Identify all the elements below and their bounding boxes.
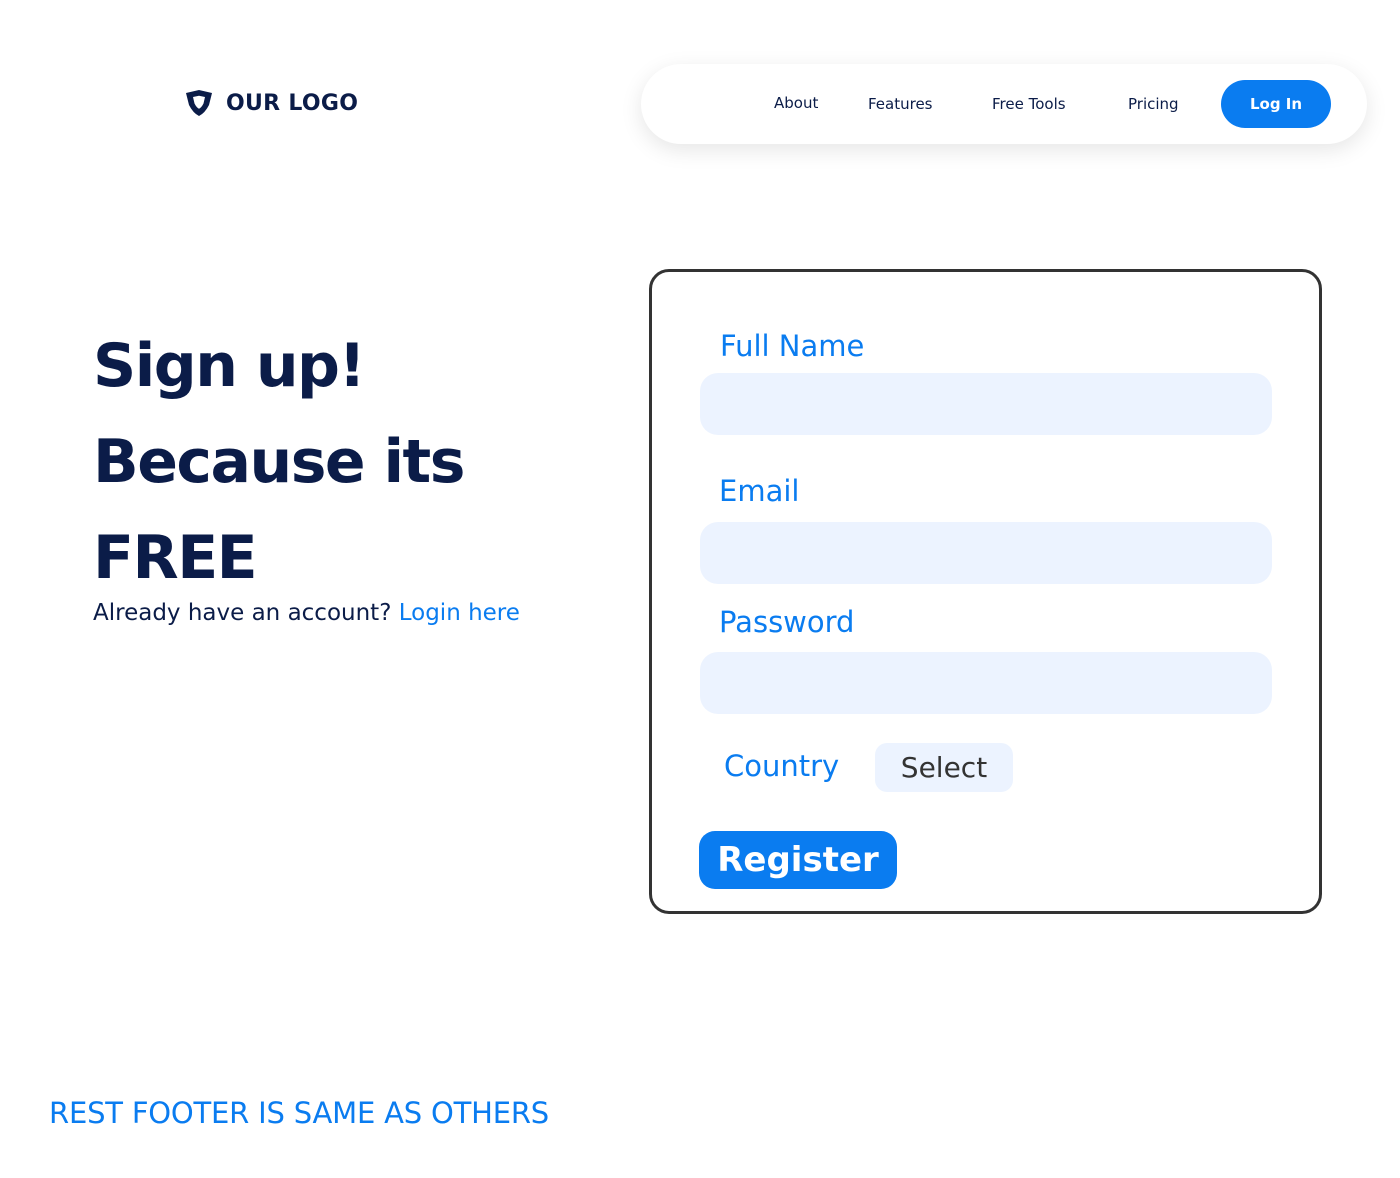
signup-page: OUR LOGO About Features Free Tools Prici… bbox=[0, 0, 1400, 1178]
nav-link-free-tools[interactable]: Free Tools bbox=[992, 95, 1066, 113]
country-label: Country bbox=[724, 749, 840, 783]
full-name-label: Full Name bbox=[720, 329, 865, 363]
register-button[interactable]: Register bbox=[699, 831, 897, 889]
hero-line-3: FREE bbox=[93, 523, 258, 593]
shield-icon bbox=[186, 90, 212, 116]
hero-heading: Sign up! Because its FREE bbox=[93, 318, 465, 606]
email-input[interactable] bbox=[700, 522, 1272, 584]
nav-link-pricing[interactable]: Pricing bbox=[1128, 95, 1179, 113]
hero-line-1: Sign up! bbox=[93, 331, 366, 401]
account-prompt-text: Already have an account? bbox=[93, 600, 392, 626]
login-here-link[interactable]: Login here bbox=[399, 600, 520, 626]
email-label: Email bbox=[719, 474, 800, 508]
full-name-input[interactable] bbox=[700, 373, 1272, 435]
password-input[interactable] bbox=[700, 652, 1272, 714]
logo[interactable]: OUR LOGO bbox=[184, 88, 358, 118]
nav-link-features[interactable]: Features bbox=[868, 95, 933, 113]
logo-text: OUR LOGO bbox=[226, 90, 359, 116]
top-nav: About Features Free Tools Pricing Log In bbox=[641, 64, 1367, 144]
account-prompt-line: Already have an account? Login here bbox=[93, 600, 520, 626]
password-label: Password bbox=[719, 605, 855, 639]
country-select[interactable]: Select bbox=[875, 743, 1013, 792]
hero-line-2: Because its bbox=[93, 427, 465, 497]
signup-form: Full Name Email Password Country Select … bbox=[649, 269, 1322, 914]
login-button[interactable]: Log In bbox=[1221, 80, 1331, 128]
footer-note: REST FOOTER IS SAME AS OTHERS bbox=[49, 1096, 549, 1130]
nav-link-about[interactable]: About bbox=[774, 94, 818, 112]
